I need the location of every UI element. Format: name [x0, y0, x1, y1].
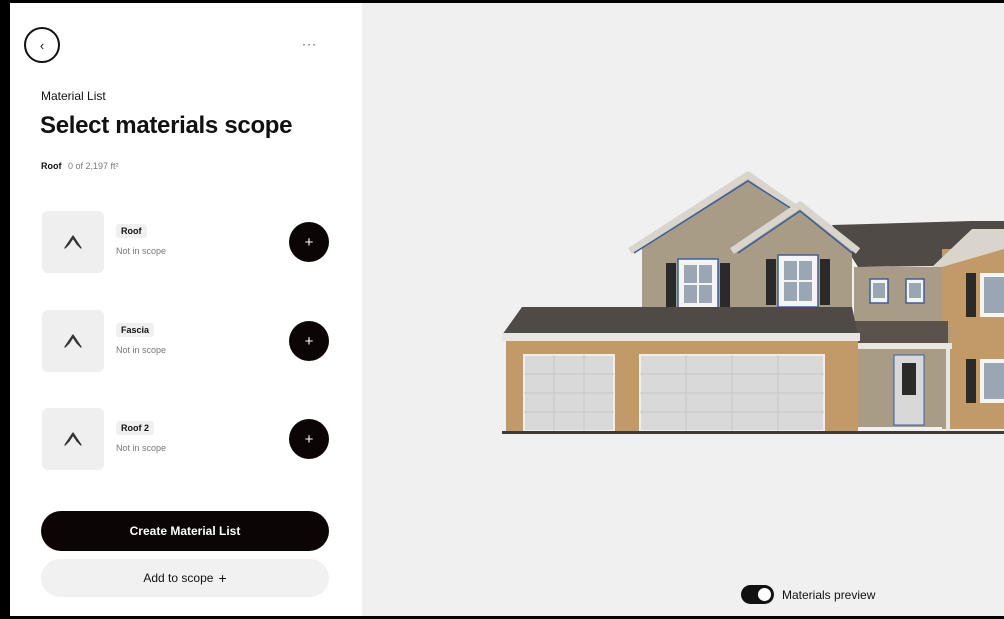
- materials-preview-toggle[interactable]: [741, 585, 774, 604]
- plus-icon: +: [304, 332, 314, 350]
- back-button[interactable]: ‹: [24, 27, 60, 63]
- model-viewport[interactable]: Materials preview: [362, 3, 1004, 616]
- material-item: Fascia Not in scope +: [42, 310, 332, 372]
- roof-icon: [64, 334, 82, 348]
- add-to-scope-label: Add to scope: [143, 571, 214, 585]
- scope-label: Roof: [41, 161, 62, 171]
- material-item: Roof Not in scope +: [42, 211, 332, 273]
- item-thumbnail: [42, 310, 104, 372]
- item-status: Not in scope: [116, 345, 167, 355]
- sidebar: ‹ ··· Material List Select materials sco…: [10, 3, 362, 616]
- scope-summary: Roof 0 of 2,197 ft²: [41, 161, 119, 171]
- item-name: Roof: [116, 224, 147, 238]
- item-status: Not in scope: [116, 246, 167, 256]
- scope-value: 0 of 2,197 ft²: [68, 161, 119, 171]
- roof-icon: [64, 235, 82, 249]
- add-to-scope-button[interactable]: Add to scope +: [41, 559, 329, 597]
- item-thumbnail: [42, 408, 104, 470]
- more-options-button[interactable]: ···: [302, 37, 317, 51]
- materials-preview-control: Materials preview: [741, 585, 875, 604]
- item-status: Not in scope: [116, 443, 167, 453]
- material-item: Roof 2 Not in scope +: [42, 408, 332, 470]
- materials-preview-label: Materials preview: [782, 587, 876, 602]
- item-name: Roof 2: [116, 421, 154, 435]
- chevron-left-icon: ‹: [39, 37, 45, 53]
- eyebrow-label: Material List: [41, 89, 106, 103]
- add-item-button[interactable]: +: [289, 321, 329, 361]
- page-title: Select materials scope: [40, 112, 293, 139]
- item-thumbnail: [42, 211, 104, 273]
- add-item-button[interactable]: +: [289, 419, 329, 459]
- roof-icon: [64, 432, 82, 446]
- plus-icon: +: [304, 430, 314, 448]
- house-3d-model[interactable]: [502, 169, 1004, 435]
- add-item-button[interactable]: +: [289, 222, 329, 262]
- toggle-knob: [758, 588, 771, 601]
- plus-icon: +: [304, 233, 314, 251]
- item-name: Fascia: [116, 323, 155, 337]
- plus-icon: +: [218, 570, 227, 586]
- create-material-list-button[interactable]: Create Material List: [41, 511, 329, 551]
- app-frame: ‹ ··· Material List Select materials sco…: [10, 3, 1004, 616]
